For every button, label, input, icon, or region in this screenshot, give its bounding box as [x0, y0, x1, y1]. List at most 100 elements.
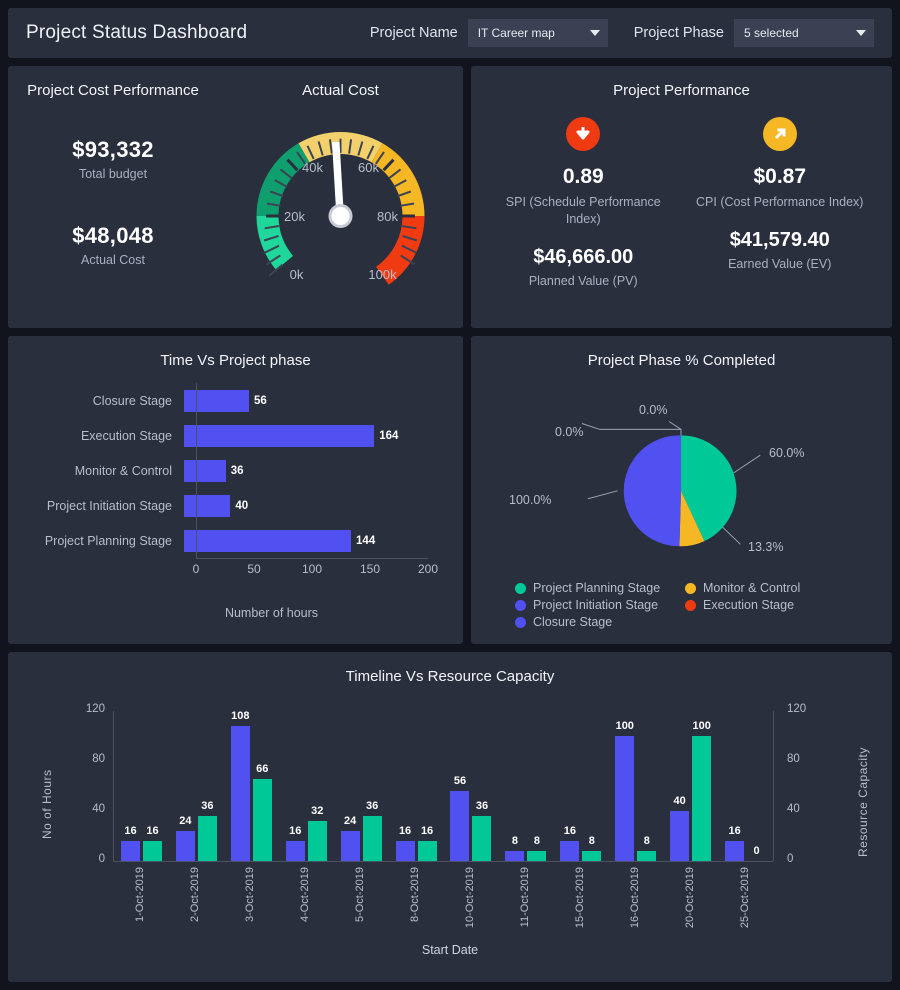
hbar-rows: Closure Stage 56 Execution Stage 164 Monitor… — [16, 383, 447, 559]
hbar-xtick-label: 200 — [417, 562, 439, 576]
pie-legend-item[interactable]: Monitor & Control — [685, 581, 855, 595]
gauge-tick-60k: 60k — [358, 160, 379, 175]
combo-bar[interactable]: 16 — [560, 825, 580, 861]
hbar-bar[interactable] — [184, 494, 231, 517]
combo-bar[interactable]: 8 — [582, 835, 602, 861]
project-name-dropdown[interactable]: IT Career map — [467, 19, 608, 47]
hbar-chart: Closure Stage 56 Execution Stage 164 Monitor… — [8, 369, 463, 620]
combo-bar-value-label: 16 — [398, 825, 412, 837]
hbar-xaxis-title: Number of hours — [224, 606, 319, 620]
project-performance-panel: Project Performance 0.89 SPI (Schedule P… — [471, 66, 892, 328]
arrow-up-right-circle-icon — [762, 117, 797, 151]
combo-bar[interactable]: 16 — [120, 825, 140, 861]
cpi-value: $0.87 — [753, 165, 807, 188]
hbar-track: 164 — [184, 418, 447, 453]
combo-y2tick-label: 0 — [787, 853, 794, 865]
gauge-svg: 0k 20k 40k 60k 80k 100k — [256, 132, 425, 285]
combo-bar-group: 16 32 — [279, 711, 334, 861]
combo-bar[interactable]: 56 — [450, 775, 470, 861]
combo-y2axis-title: Resource Capacity — [856, 747, 870, 857]
kpi-actual-cost-value: $48,048 — [72, 223, 154, 248]
combo-xtick-label: 3-Oct-2019 — [244, 867, 257, 923]
spi-value: 0.89 — [562, 165, 604, 188]
hbar-category-label: Project Initiation Stage — [46, 498, 172, 513]
filter-label-project-phase: Project Phase — [633, 25, 724, 41]
combo-bar[interactable]: 36 — [362, 800, 382, 861]
pie-legend-label: Project Initiation Stage — [533, 598, 659, 612]
hbar-xtick-label: 150 — [359, 562, 381, 576]
hbar-bar[interactable] — [184, 529, 352, 552]
combo-bar-value-label: 0 — [753, 845, 760, 857]
combo-bar-group: 24 36 — [334, 711, 389, 861]
combo-bar-value-label: 66 — [256, 762, 269, 775]
combo-bar[interactable]: 16 — [285, 825, 305, 861]
pie-svg — [581, 421, 761, 547]
combo-bar[interactable]: 36 — [472, 800, 492, 861]
hbar-row: Monitor & Control 36 — [16, 453, 447, 488]
combo-bar[interactable]: 8 — [637, 835, 657, 861]
combo-xtick-label: 11-Oct-2019 — [518, 867, 531, 928]
hbar-xtick-label: 50 — [247, 562, 261, 576]
combo-bar[interactable]: 66 — [252, 763, 272, 861]
combo-bar[interactable]: 36 — [197, 800, 217, 861]
hbar-bar[interactable] — [184, 424, 375, 447]
filter-label-project-name: Project Name — [369, 25, 458, 41]
planned-value-label: Planned Value (PV) — [528, 273, 638, 288]
spi-label: SPI (Schedule Performance Index) — [505, 195, 661, 226]
combo-bar[interactable]: 8 — [505, 835, 525, 861]
hbar-category-label: Execution Stage — [80, 428, 172, 443]
earned-value-label: Earned Value (EV) — [728, 256, 832, 271]
hbar-chart-title: Time Vs Project phase — [160, 352, 311, 369]
combo-xtick-label: 20-Oct-2019 — [683, 867, 696, 929]
pie-legend-item[interactable]: Execution Stage — [685, 598, 855, 612]
pie-chart-title: Project Phase % Completed — [587, 352, 776, 369]
combo-bar[interactable]: 108 — [230, 710, 250, 861]
combo-bar-value-label: 16 — [420, 825, 434, 837]
pie-legend-item[interactable]: Project Initiation Stage — [515, 598, 685, 612]
combo-bar-value-label: 36 — [201, 800, 214, 812]
dashboard-header: Project Status Dashboard Project Name IT… — [8, 8, 892, 58]
combo-bar[interactable]: 24 — [175, 815, 195, 861]
hbar-bar[interactable] — [184, 459, 226, 482]
combo-bar-value-label: 100 — [615, 720, 634, 732]
combo-bar-value-label: 8 — [511, 835, 518, 847]
combo-y2tick-label: 120 — [787, 703, 807, 715]
project-phase-dropdown[interactable]: 5 selected — [734, 19, 874, 47]
combo-bar[interactable]: 40 — [670, 795, 690, 861]
combo-bar[interactable]: 16 — [395, 825, 415, 861]
combo-bar-group: 108 66 — [224, 710, 279, 861]
earned-value: $41,579.40 — [729, 228, 830, 251]
combo-bar-value-label: 8 — [588, 835, 595, 847]
hbar-row: Execution Stage 164 — [16, 418, 447, 453]
legend-color-dot — [515, 599, 526, 611]
combo-bar[interactable]: 16 — [142, 825, 162, 861]
combo-bar-value-label: 24 — [179, 815, 192, 827]
combo-xtick-label: 10-Oct-2019 — [463, 867, 476, 929]
combo-bar[interactable]: 16 — [725, 825, 745, 861]
hbar-row: Project Planning Stage 144 — [16, 523, 447, 558]
combo-xtick-label: 8-Oct-2019 — [409, 867, 422, 923]
chevron-down-icon — [589, 30, 600, 36]
pie-legend-label: Monitor & Control — [703, 581, 801, 595]
hbar-xtick-label: 0 — [192, 562, 200, 576]
combo-bar-value-label: 40 — [673, 795, 686, 807]
pie-legend-item[interactable]: Closure Stage — [515, 615, 685, 629]
combo-bar[interactable]: 24 — [340, 815, 360, 861]
gauge-hub-inner — [331, 207, 350, 225]
combo-xaxis-title: Start Date — [421, 943, 479, 957]
dashboard-row-bottom: Timeline Vs Resource Capacity No of Hour… — [8, 652, 892, 990]
pie-legend: Project Planning Stage Monitor & Control P… — [471, 573, 892, 632]
hbar-value-label: 40 — [235, 499, 249, 512]
pie-legend-item[interactable]: Project Planning Stage — [515, 581, 685, 595]
combo-bar[interactable]: 8 — [527, 835, 547, 861]
pie-label-3: 60.0% — [769, 446, 805, 460]
combo-bar[interactable]: 32 — [307, 805, 327, 861]
combo-bar[interactable]: 16 — [417, 825, 437, 861]
hbar-bar[interactable] — [184, 389, 249, 412]
combo-xaxis-line — [113, 861, 773, 862]
spi-metric: 0.89 SPI (Schedule Performance Index) $4… — [485, 105, 682, 288]
hbar-row: Closure Stage 56 — [16, 383, 447, 418]
combo-bar[interactable]: 100 — [692, 720, 712, 861]
combo-bar[interactable]: 100 — [615, 720, 635, 861]
combo-ytick-label: 80 — [92, 753, 105, 765]
